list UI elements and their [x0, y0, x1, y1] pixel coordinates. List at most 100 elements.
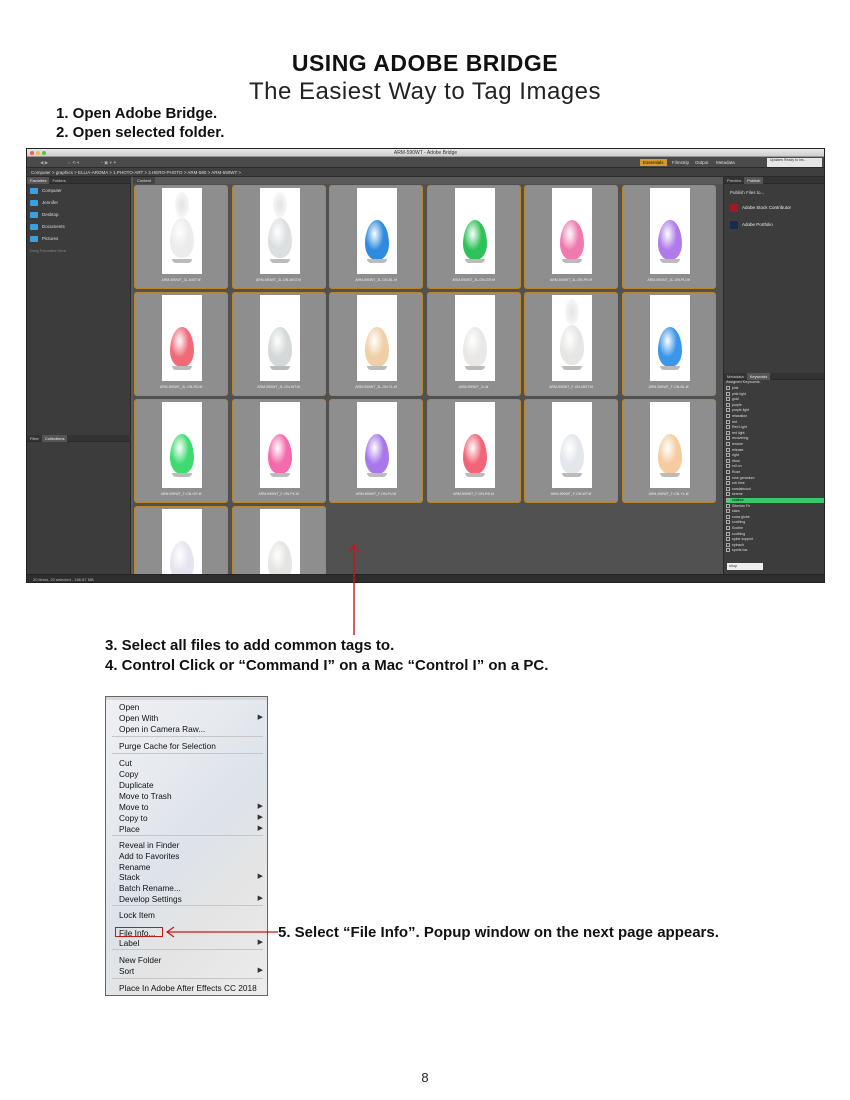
keyword-item[interactable]: stars [726, 509, 824, 514]
menu-item-move-to[interactable]: Move to ▶ [119, 802, 263, 812]
keyword-item[interactable]: shallow [726, 498, 824, 504]
keyword-item[interactable]: roll on [726, 464, 824, 469]
keyword-checkbox[interactable] [726, 464, 730, 469]
thumbnail[interactable]: ARM-590WT_F-ON-YL.tif [621, 399, 716, 503]
keyword-checkbox[interactable] [726, 458, 730, 463]
keyword-item[interactable]: red [726, 419, 824, 425]
keyword-checkbox[interactable] [726, 509, 730, 514]
keyword-checkbox[interactable] [726, 548, 730, 553]
publish-stock-item[interactable]: Adobe Stock Contributor [730, 203, 791, 213]
menu-item-lock-item[interactable]: Lock Item [119, 910, 259, 920]
keyword-item[interactable]: soothing [726, 520, 824, 525]
keyword-item[interactable]: spinach [726, 542, 824, 548]
favorite-item[interactable]: Jennifer [30, 198, 58, 208]
tab-collections[interactable]: Collections [41, 435, 68, 442]
thumbnail[interactable]: ARM-590WT_3L-ON-MIST.tif [231, 185, 326, 289]
keyword-checkbox[interactable] [726, 397, 730, 402]
thumbnail[interactable]: ARM-590WT_3L-ON-WT.tif [231, 292, 326, 396]
keyword-checkbox[interactable] [726, 542, 730, 547]
keyword-item[interactable]: gold [726, 397, 824, 402]
toolbar-tools-icon[interactable]: ⌂ ⟲ ▾ [65, 159, 82, 166]
keyword-item[interactable]: Soothe [726, 526, 824, 531]
nav-back-icon[interactable]: ◀ ▶ [37, 159, 51, 166]
keyword-item[interactable]: right [726, 453, 824, 458]
thumbnail[interactable] [231, 506, 326, 582]
keyword-item[interactable]: spine support [726, 537, 824, 542]
thumbnail[interactable]: ARM-590WT_F-ON-PK.tif [231, 399, 326, 503]
keyword-item[interactable]: pink light [726, 391, 824, 397]
thumbnail[interactable]: ARM-590WT_3L-ON-BL.tif [329, 185, 423, 289]
keyword-item[interactable]: restore [726, 442, 824, 447]
menu-item-copy-to[interactable]: Copy to ▶ [119, 813, 263, 823]
menu-item-reveal-in-finder[interactable]: Reveal in Finder [119, 840, 259, 850]
keyword-item[interactable]: red light [726, 430, 824, 436]
menu-item-rename[interactable]: Rename [119, 862, 259, 872]
keyword-item[interactable]: Red Light [726, 425, 824, 430]
thumbnail[interactable]: ARM-590WT_3L-ON-YL.tif [329, 292, 423, 396]
keyword-item[interactable]: rose geranium [726, 476, 824, 481]
menu-item-purge-cache-for-selection[interactable]: Purge Cache for Selection [119, 741, 259, 751]
tab-folders[interactable]: Folders [49, 177, 68, 184]
workspace-essentials[interactable]: Essentials [640, 159, 667, 166]
thumbnail[interactable]: ARM-590WT_F-ON-WT.tif [524, 399, 618, 503]
thumbnail[interactable]: ARM-590WT_F-ON-GR.tif [134, 399, 228, 503]
tab-publish[interactable]: Publish [744, 177, 764, 184]
thumbnail[interactable]: ARM-590WT_3L-ON-RD.tif [134, 292, 228, 396]
thumbnail[interactable]: ARM-590WT_F-ON-PU.tif [329, 399, 423, 503]
keyword-checkbox[interactable] [726, 386, 730, 391]
keyword-checkbox[interactable] [726, 402, 730, 407]
keyword-item[interactable]: ritual [726, 458, 824, 464]
keyword-item[interactable]: sports bar [726, 548, 824, 553]
menu-item-new-folder[interactable]: New Folder [119, 955, 259, 965]
tab-metadata[interactable]: Metadata [724, 373, 747, 380]
menu-item-stack[interactable]: Stack ▶ [119, 872, 263, 882]
menu-item-develop-settings[interactable]: Develop Settings ▶ [119, 894, 263, 904]
keyword-item[interactable]: rub time [726, 481, 824, 486]
favorite-item[interactable]: Computer [30, 186, 62, 196]
keyword-item[interactable]: purple [726, 402, 824, 408]
menu-item-duplicate[interactable]: Duplicate [119, 780, 259, 790]
update-notification[interactable]: Updates Ready to Ins... [767, 158, 822, 167]
keyword-checkbox[interactable] [726, 486, 730, 491]
keyword-item[interactable]: pink [726, 386, 824, 391]
thumbnail[interactable]: ARM-590WT_3L-ON-PK.tif [524, 185, 618, 289]
keyword-checkbox[interactable] [726, 470, 730, 475]
workspace-filmstrip[interactable]: Filmstrip [669, 159, 692, 166]
workspace-metadata[interactable]: Metadata [713, 159, 738, 166]
keyword-item[interactable]: recovering [726, 436, 824, 441]
keyword-item[interactable]: relaxation [726, 414, 824, 419]
keyword-checkbox[interactable] [726, 531, 730, 536]
thumbnail[interactable]: ARM-590WT_3L-ON-PU.tif [621, 185, 716, 289]
keyword-checkbox[interactable] [726, 481, 730, 486]
keyword-checkbox[interactable] [726, 537, 730, 542]
keyword-checkbox[interactable] [726, 408, 730, 413]
menu-item-open-with[interactable]: Open With ▶ [119, 713, 263, 723]
tab-filter[interactable]: Filter [27, 435, 42, 442]
publish-portfolio-item[interactable]: Adobe Portfolio [730, 220, 773, 230]
keyword-checkbox[interactable] [726, 520, 730, 525]
keyword-item[interactable]: purple light [726, 408, 824, 413]
favorite-item[interactable]: Pictures [30, 234, 58, 244]
menu-item-label[interactable]: Label ▶ [119, 938, 263, 948]
keyword-checkbox[interactable] [726, 430, 730, 435]
keyword-checkbox[interactable] [726, 419, 730, 424]
menu-item-add-to-favorites[interactable]: Add to Favorites [119, 851, 259, 861]
menu-item-copy[interactable]: Copy [119, 769, 259, 779]
keyword-item[interactable]: soothing [726, 531, 824, 537]
keyword-search-input[interactable]: shop [727, 563, 763, 570]
tab-content[interactable]: Content [133, 177, 156, 184]
keyword-checkbox[interactable] [726, 425, 730, 430]
keyword-item[interactable]: sandalwood [726, 486, 824, 492]
favorite-item[interactable]: Documents [30, 222, 65, 232]
thumbnail[interactable]: ARM-590WT_F-ON-RD.tif [426, 399, 521, 503]
keyword-item[interactable]: snow globe [726, 514, 824, 520]
thumbnail[interactable]: ARM-590WT_3L-ON-GR.tif [426, 185, 521, 289]
keyword-checkbox[interactable] [726, 492, 730, 497]
keyword-checkbox[interactable] [726, 391, 730, 396]
menu-item-open-in-camera-raw[interactable]: Open in Camera Raw... [119, 724, 259, 734]
keyword-checkbox[interactable] [726, 514, 730, 519]
keyword-checkbox[interactable] [726, 436, 730, 441]
tab-preview[interactable]: Preview [724, 177, 744, 184]
toolbar-actions-icon[interactable]: ◔ ▣ ▾ ✦ [97, 159, 120, 166]
tab-keywords[interactable]: Keywords [746, 373, 771, 380]
